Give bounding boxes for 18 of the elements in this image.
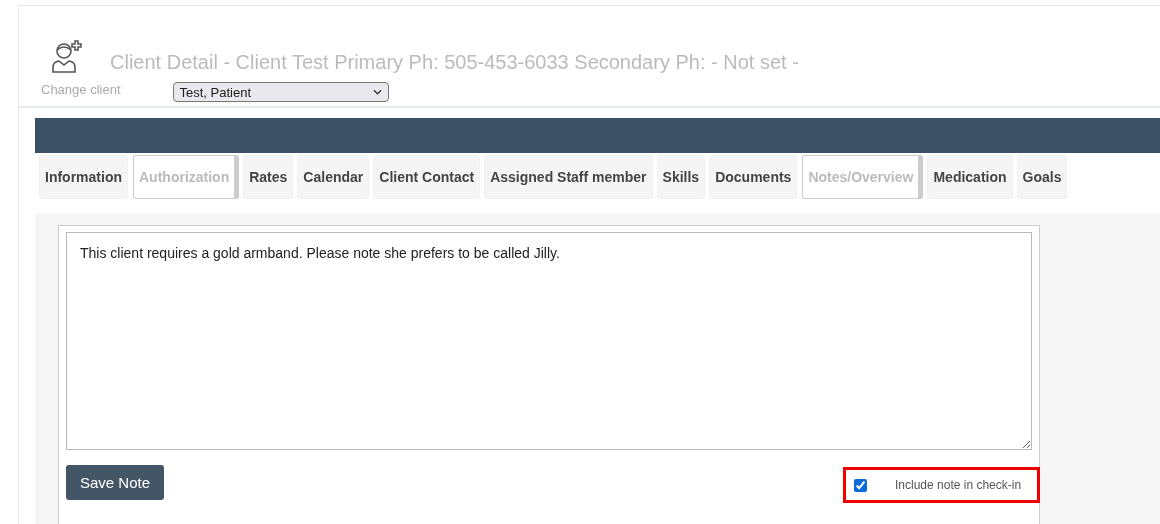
note-field[interactable]: This client requires a gold armband. Please note she prefers to be called Jilly.	[66, 232, 1032, 450]
page-title: Client Detail - Client Test Primary Ph: 505-453-6033 Secondary Ph: - Not set -	[110, 49, 799, 74]
tab[interactable]: Skills	[656, 154, 706, 199]
include-note-checkbox[interactable]	[854, 478, 867, 492]
tab[interactable]: Calendar	[297, 154, 370, 199]
user-add-icon	[51, 40, 85, 74]
tab[interactable]: Medication	[927, 154, 1013, 199]
tab[interactable]: Information	[39, 154, 128, 199]
tab[interactable]: Goals	[1016, 154, 1068, 199]
caret-icon	[372, 89, 382, 95]
checkbox-label: Include note in check-in	[895, 478, 1022, 492]
client-select[interactable]: Test, Patient	[172, 82, 389, 102]
change-client-label: Change client	[41, 81, 121, 97]
tab[interactable]: Client Contact	[373, 154, 481, 199]
tab[interactable]: Documents	[709, 154, 798, 199]
save-note-button[interactable]: Save Note	[66, 465, 165, 500]
tab[interactable]: Rates	[243, 154, 294, 199]
tab[interactable]: Assigned Staff member	[484, 154, 653, 199]
